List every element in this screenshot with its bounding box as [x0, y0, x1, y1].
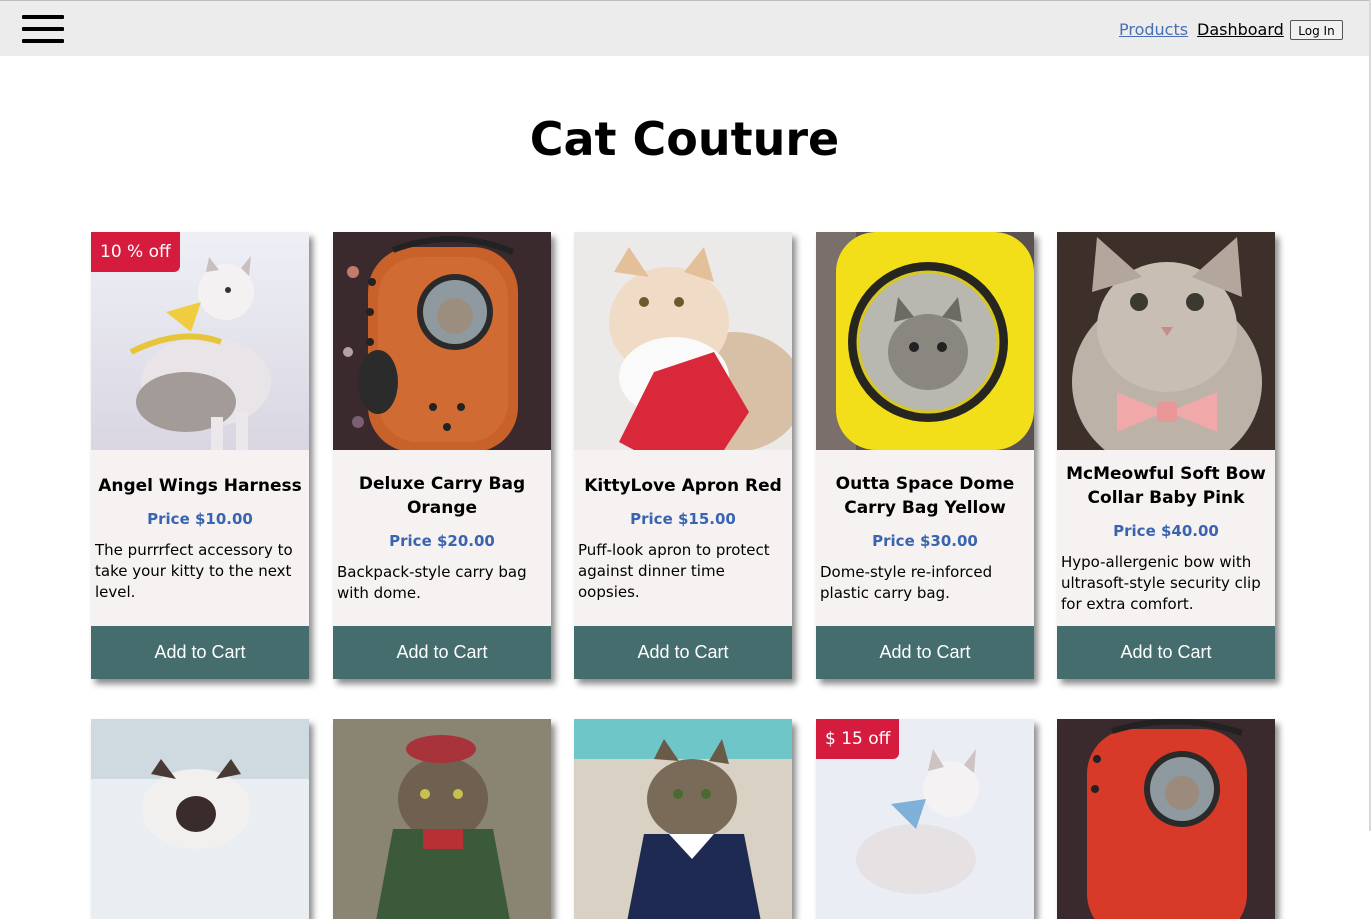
product-price: Price $10.00: [147, 509, 253, 528]
nav-dashboard-link[interactable]: Dashboard: [1197, 20, 1284, 39]
product-image[interactable]: [1057, 719, 1275, 919]
product-image[interactable]: [1057, 232, 1275, 450]
add-to-cart-button[interactable]: Add to Cart: [816, 626, 1034, 679]
product-image[interactable]: [574, 232, 792, 450]
product-card: Deluxe Carry Bag Orange Price $20.00 Bac…: [333, 232, 551, 679]
product-card: [91, 719, 309, 919]
menu-icon[interactable]: [22, 13, 64, 45]
product-info: McMeowful Soft Bow Collar Baby Pink Pric…: [1057, 450, 1275, 626]
login-button[interactable]: Log In: [1290, 20, 1343, 40]
product-image[interactable]: [574, 719, 792, 919]
nav-products-link[interactable]: Products: [1119, 20, 1188, 39]
add-to-cart-button[interactable]: Add to Cart: [1057, 626, 1275, 679]
product-description: The purrrfect accessory to take your kit…: [95, 540, 293, 601]
product-description: Backpack-style carry bag with dome.: [337, 563, 527, 602]
product-description: Hypo-allergenic bow with ultrasoft-style…: [1061, 552, 1261, 613]
product-image[interactable]: [333, 719, 551, 919]
add-to-cart-button[interactable]: Add to Cart: [91, 626, 309, 679]
product-name: Deluxe Carry Bag Orange: [358, 474, 526, 518]
product-name: McMeowful Soft Bow Collar Baby Pink: [1066, 463, 1266, 508]
product-card: [333, 719, 551, 919]
product-card: [1057, 719, 1275, 919]
product-name: KittyLove Apron Red: [584, 475, 782, 496]
product-card: $ 15 off: [816, 719, 1034, 919]
product-card: Outta Space Dome Carry Bag Yellow Price …: [816, 232, 1034, 679]
add-to-cart-button[interactable]: Add to Cart: [574, 626, 792, 679]
product-info: KittyLove Apron Red Price $15.00 Puff-lo…: [574, 450, 792, 626]
product-info: Outta Space Dome Carry Bag Yellow Price …: [816, 450, 1034, 626]
product-info: Deluxe Carry Bag Orange Price $20.00 Bac…: [333, 450, 551, 626]
product-image[interactable]: [816, 232, 1034, 450]
product-card: KittyLove Apron Red Price $15.00 Puff-lo…: [574, 232, 792, 679]
product-description: Dome-style re-inforced plastic carry bag…: [820, 563, 993, 602]
product-card: 10 % off Angel Wings Harness Price $10.0…: [91, 232, 309, 679]
product-price: Price $40.00: [1113, 521, 1219, 540]
product-price: Price $30.00: [872, 532, 978, 550]
product-info: Angel Wings Harness Price $10.00 The pur…: [91, 450, 309, 626]
product-image[interactable]: [91, 719, 309, 919]
product-card: [574, 719, 792, 919]
product-image[interactable]: [333, 232, 551, 450]
product-price: Price $15.00: [630, 509, 736, 528]
product-price: Price $20.00: [389, 532, 495, 550]
discount-badge: 10 % off: [91, 232, 180, 272]
add-to-cart-button[interactable]: Add to Cart: [333, 626, 551, 679]
product-description: Puff-look apron to protect against dinne…: [578, 540, 770, 601]
page-title: Cat Couture: [529, 112, 840, 166]
top-navbar: Products Dashboard Log In: [0, 0, 1369, 56]
product-name: Outta Space Dome Carry Bag Yellow: [835, 474, 1015, 518]
product-name: Angel Wings Harness: [98, 475, 302, 496]
product-card: McMeowful Soft Bow Collar Baby Pink Pric…: [1057, 232, 1275, 679]
discount-badge: $ 15 off: [816, 719, 900, 759]
